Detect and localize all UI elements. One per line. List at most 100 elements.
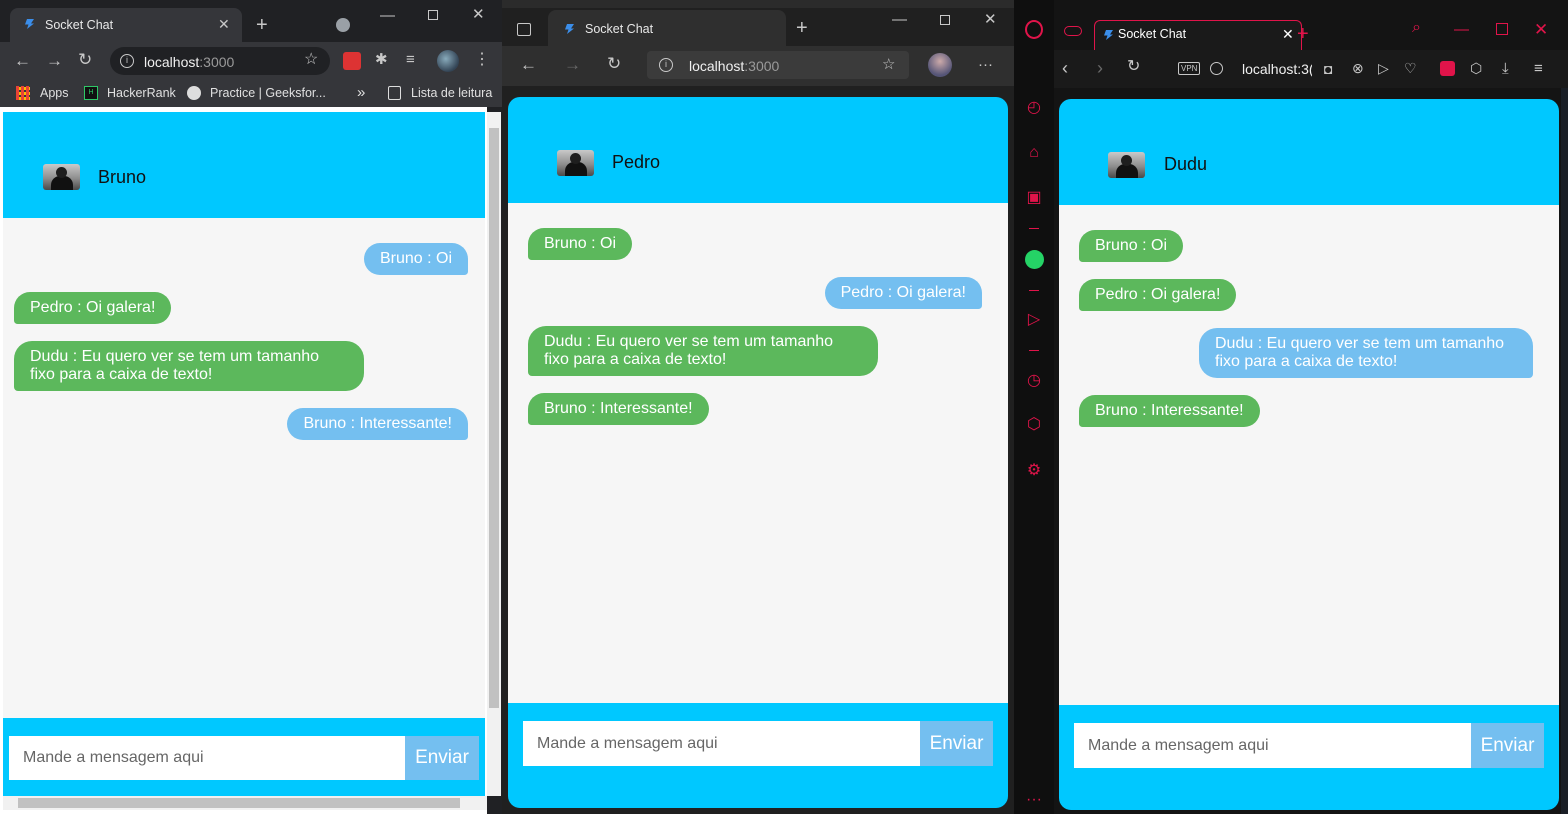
- minimize-icon[interactable]: —: [380, 8, 395, 23]
- bookmark-star-icon[interactable]: ☆: [304, 52, 318, 68]
- chrome-window: Socket Chat ✕ + — ✕ ← → ↻ i localhost:30…: [0, 0, 502, 814]
- vpn-badge[interactable]: VPN: [1178, 62, 1201, 75]
- site-info-icon[interactable]: i: [659, 58, 673, 72]
- message-input[interactable]: Mande a mensagem aqui: [523, 721, 920, 766]
- bag-icon[interactable]: ⌂: [1024, 143, 1044, 163]
- forward-icon[interactable]: →: [564, 56, 581, 73]
- adblock-icon[interactable]: ⊗: [1352, 61, 1364, 75]
- search-tabs-icon[interactable]: ⌕: [1412, 20, 1421, 36]
- vertical-scroll-thumb[interactable]: [489, 128, 499, 708]
- chat-message: Bruno : Oi: [528, 228, 633, 260]
- cube-icon[interactable]: ⬡: [1470, 61, 1482, 75]
- site-info-icon[interactable]: i: [120, 54, 134, 68]
- minimize-icon[interactable]: —: [892, 12, 907, 27]
- profile-avatar[interactable]: [437, 50, 459, 72]
- close-window-icon[interactable]: ✕: [472, 7, 485, 22]
- settings-gear-icon[interactable]: ⚙: [1024, 461, 1044, 481]
- sidebar-divider: [1029, 228, 1039, 229]
- horizontal-scroll-thumb[interactable]: [18, 798, 460, 808]
- send-button[interactable]: Enviar: [920, 721, 993, 766]
- tab-close-icon[interactable]: ✕: [1282, 27, 1294, 41]
- extensions-puzzle-icon[interactable]: ✱: [375, 52, 388, 67]
- tab-search-icon[interactable]: [336, 18, 350, 32]
- forward-icon[interactable]: ›: [1097, 59, 1103, 77]
- outer-window-edge: [1561, 88, 1568, 814]
- new-tab-icon[interactable]: +: [1297, 24, 1309, 44]
- bookmarks-overflow[interactable]: »: [357, 84, 365, 101]
- reload-icon[interactable]: ↻: [1127, 59, 1140, 75]
- sidebar-divider: [1029, 290, 1039, 291]
- apps-grid-icon[interactable]: [16, 86, 30, 100]
- extension-red-icon[interactable]: [1440, 61, 1455, 76]
- player-icon[interactable]: ▷: [1024, 310, 1044, 330]
- chat-message: Pedro : Oi galera!: [14, 292, 172, 324]
- heart-icon[interactable]: ♡: [1404, 61, 1417, 75]
- new-tab-icon[interactable]: +: [256, 15, 268, 35]
- send-button[interactable]: Enviar: [1471, 723, 1544, 768]
- maximize-icon[interactable]: [428, 10, 438, 20]
- chat-username: Dudu: [1164, 154, 1208, 174]
- message-input[interactable]: Mande a mensagem aqui: [1074, 723, 1471, 768]
- reading-list-icon[interactable]: [388, 86, 401, 100]
- maximize-icon[interactable]: [940, 15, 950, 25]
- url-text[interactable]: localhost:3(: [1242, 61, 1312, 77]
- twitch-icon[interactable]: ▣: [1024, 188, 1044, 208]
- chat-message: Dudu : Eu quero ver se tem um tamanho fi…: [528, 326, 878, 376]
- edge-tab[interactable]: [548, 10, 786, 46]
- back-icon[interactable]: ←: [520, 56, 537, 73]
- reload-icon[interactable]: ↻: [78, 51, 92, 68]
- back-icon[interactable]: ←: [14, 52, 31, 69]
- opera-sidebar: [1014, 0, 1054, 814]
- cube-icon[interactable]: ⬡: [1024, 415, 1044, 435]
- url-text: localhost:3000: [689, 58, 780, 74]
- close-window-icon[interactable]: ✕: [1534, 21, 1548, 38]
- menu-dots-icon[interactable]: ⋮: [474, 52, 490, 68]
- bookmark-practice[interactable]: Practice | Geeksfor...: [210, 86, 326, 100]
- easy-setup-icon[interactable]: ≡: [1534, 61, 1543, 76]
- chat-message: Dudu : Eu quero ver se tem um tamanho fi…: [1199, 328, 1533, 378]
- favorite-add-icon[interactable]: ☆: [882, 57, 895, 72]
- minimize-icon[interactable]: —: [1454, 22, 1469, 37]
- history-icon[interactable]: ◷: [1024, 371, 1044, 391]
- chat-message: Bruno : Interessante!: [1079, 395, 1260, 427]
- opera-window: ◴ ⌂ ▣ ▷ ◷ ⬡ ⚙ ··· Socket Chat ✕ + ⌕ — ✕ …: [1014, 0, 1568, 814]
- back-icon[interactable]: ‹: [1062, 59, 1068, 77]
- extension-red-icon[interactable]: [343, 52, 361, 70]
- tab-title: Socket Chat: [585, 22, 654, 36]
- media-queue-icon[interactable]: ≡: [406, 52, 415, 67]
- sidebar-more-icon[interactable]: ···: [1024, 790, 1044, 810]
- window-top-strip: [502, 0, 1014, 8]
- reload-icon[interactable]: ↻: [607, 55, 621, 72]
- speed-dial-icon[interactable]: ◴: [1024, 98, 1044, 118]
- message-input[interactable]: Mande a mensagem aqui: [9, 736, 405, 780]
- send-button[interactable]: Enviar: [405, 736, 479, 780]
- edge-window: Socket Chat + — ✕ ← → ↻ i localhost:3000…: [502, 0, 1014, 814]
- bookmark-hackerrank[interactable]: HackerRank: [107, 86, 176, 100]
- tab-actions-icon[interactable]: [517, 23, 531, 36]
- chat-message: Pedro : Oi galera!: [824, 277, 982, 309]
- forward-icon[interactable]: →: [46, 52, 63, 69]
- close-window-icon[interactable]: ✕: [984, 12, 997, 27]
- sidebar-divider: [1029, 350, 1039, 351]
- opera-logo-icon[interactable]: [1025, 20, 1043, 39]
- tab-title: Socket Chat: [45, 18, 114, 32]
- more-menu-icon[interactable]: ···: [978, 57, 993, 72]
- new-tab-icon[interactable]: +: [796, 18, 808, 38]
- profile-avatar[interactable]: [928, 53, 952, 77]
- snapshot-icon[interactable]: ◘: [1324, 62, 1332, 76]
- chat-message: Pedro : Oi galera!: [1079, 279, 1237, 311]
- tab-close-icon[interactable]: ✕: [218, 17, 230, 31]
- download-icon[interactable]: ⤓: [1502, 61, 1509, 76]
- tab-title: Socket Chat: [1118, 27, 1187, 41]
- bookmark-apps[interactable]: Apps: [40, 86, 69, 100]
- send-icon[interactable]: ▷: [1378, 61, 1389, 75]
- chat-message: Dudu : Eu quero ver se tem um tamanho fi…: [14, 341, 364, 391]
- hackerrank-icon: H: [84, 86, 98, 100]
- user-avatar: [43, 164, 80, 190]
- reading-list[interactable]: Lista de leitura: [411, 86, 492, 100]
- maximize-icon[interactable]: [1496, 23, 1508, 35]
- user-avatar: [557, 150, 594, 176]
- globe-icon: [187, 86, 201, 100]
- whatsapp-icon[interactable]: [1025, 250, 1044, 269]
- gamepad-icon[interactable]: [1064, 26, 1082, 36]
